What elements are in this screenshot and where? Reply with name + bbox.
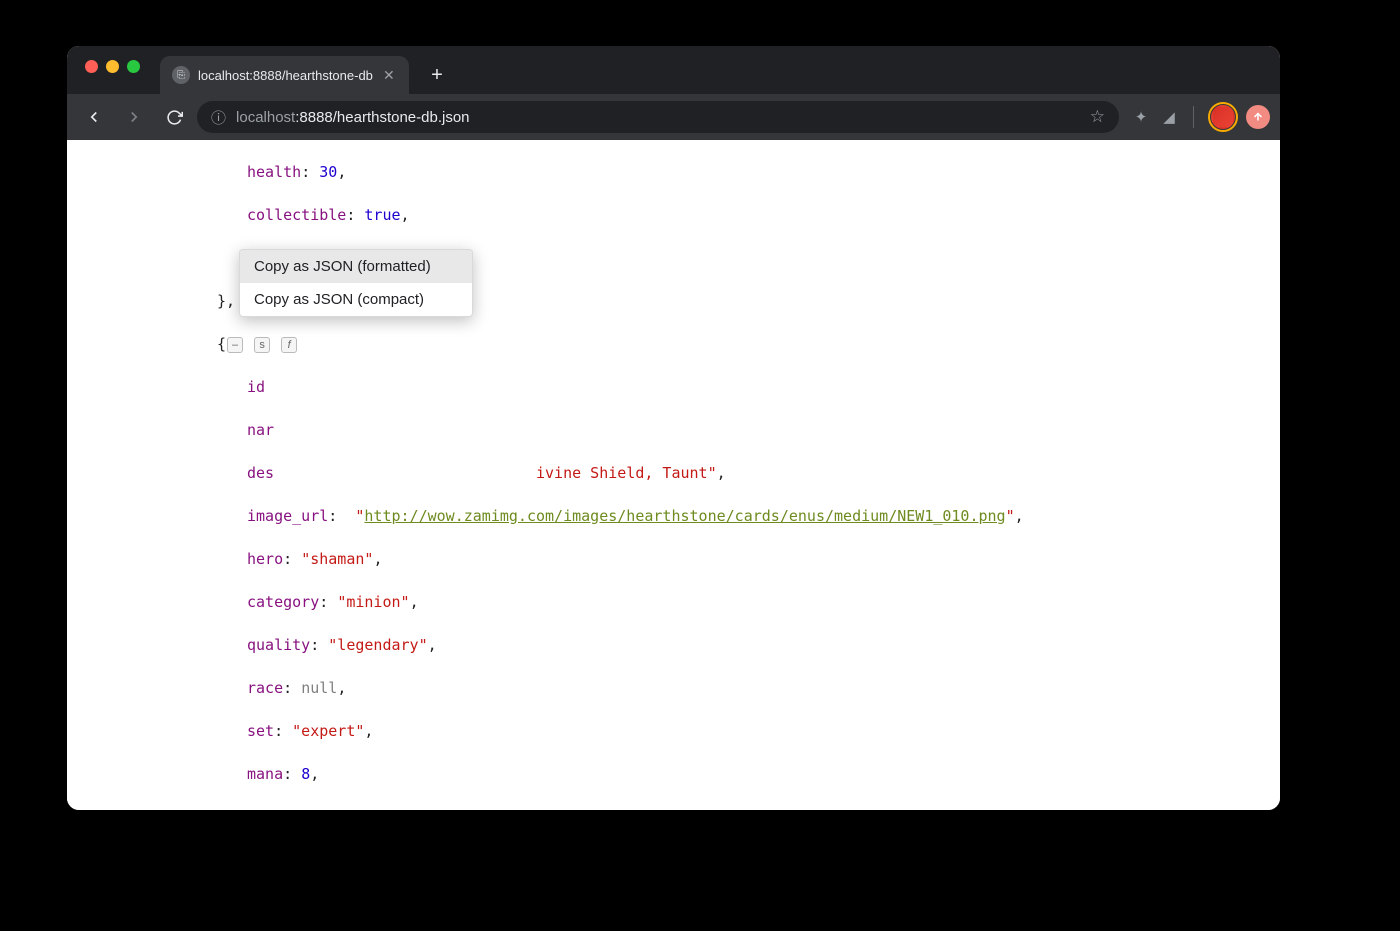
- json-bool: true: [364, 206, 400, 224]
- json-key: mana: [247, 765, 283, 783]
- json-url-link[interactable]: http://wow.zamimg.com/images/hearthstone…: [364, 507, 1005, 525]
- traffic-lights: [75, 46, 150, 73]
- tab-strip: ⎘ localhost:8888/hearthstone-db ✕ +: [67, 46, 1280, 94]
- back-button[interactable]: [77, 100, 111, 134]
- json-viewer: health: 30, collectible: true, effect_li…: [67, 140, 1280, 810]
- bookmark-star-icon[interactable]: ☆: [1090, 107, 1105, 127]
- filter-toggle[interactable]: f: [281, 337, 297, 353]
- tab-favicon: ⎘: [172, 66, 190, 84]
- toolbar-divider: [1193, 106, 1194, 128]
- minimize-window-button[interactable]: [106, 60, 119, 73]
- browser-toolbar: ⓘ localhost:8888/hearthstone-db.json ☆ ✦…: [67, 94, 1280, 140]
- json-number: 30: [319, 163, 337, 181]
- json-string: ivine Shield, Taunt": [536, 464, 717, 482]
- json-key: des: [247, 464, 274, 482]
- json-key: attack: [247, 808, 301, 811]
- json-string: "expert": [292, 722, 364, 740]
- json-key: set: [247, 722, 274, 740]
- forward-button[interactable]: [117, 100, 151, 134]
- json-string: "minion": [337, 593, 409, 611]
- json-key: image_url: [247, 507, 328, 525]
- tab-title: localhost:8888/hearthstone-db: [198, 68, 373, 83]
- copy-json-formatted-menuitem[interactable]: Copy as JSON (formatted): [240, 250, 472, 283]
- site-info-icon[interactable]: ⓘ: [211, 107, 226, 128]
- close-tab-button[interactable]: ✕: [381, 67, 397, 83]
- browser-tab[interactable]: ⎘ localhost:8888/hearthstone-db ✕: [160, 56, 409, 94]
- browser-window: ⎘ localhost:8888/hearthstone-db ✕ + ⓘ lo…: [67, 46, 1280, 810]
- json-string: "shaman": [301, 550, 373, 568]
- avatar: [1211, 105, 1235, 129]
- maximize-window-button[interactable]: [127, 60, 140, 73]
- json-key: quality: [247, 636, 310, 654]
- collapse-toggle[interactable]: –: [227, 337, 243, 353]
- extensions-area: ✦ ◢: [1125, 102, 1270, 132]
- json-key: health: [247, 163, 301, 181]
- json-key: category: [247, 593, 319, 611]
- json-number: 3: [319, 808, 328, 811]
- json-key: collectible: [247, 206, 346, 224]
- url-text: localhost:8888/hearthstone-db.json: [236, 109, 470, 126]
- new-tab-button[interactable]: +: [423, 61, 451, 89]
- profile-button[interactable]: [1208, 102, 1238, 132]
- copy-json-compact-menuitem[interactable]: Copy as JSON (compact): [240, 283, 472, 316]
- json-key: nar: [247, 421, 274, 439]
- extension-icon[interactable]: ◢: [1159, 107, 1179, 127]
- reload-button[interactable]: [157, 100, 191, 134]
- page-content[interactable]: health: 30, collectible: true, effect_li…: [67, 140, 1280, 810]
- json-string: "legendary": [328, 636, 427, 654]
- close-window-button[interactable]: [85, 60, 98, 73]
- json-key: hero: [247, 550, 283, 568]
- context-menu: Copy as JSON (formatted) Copy as JSON (c…: [239, 249, 473, 317]
- sort-toggle[interactable]: s: [254, 337, 270, 353]
- json-number: 8: [301, 765, 310, 783]
- extension-puzzle-icon[interactable]: ✦: [1131, 107, 1151, 127]
- json-key: id: [247, 378, 265, 396]
- json-key: race: [247, 679, 283, 697]
- update-button[interactable]: [1246, 105, 1270, 129]
- json-null: null: [301, 679, 337, 697]
- address-bar[interactable]: ⓘ localhost:8888/hearthstone-db.json ☆: [197, 101, 1119, 133]
